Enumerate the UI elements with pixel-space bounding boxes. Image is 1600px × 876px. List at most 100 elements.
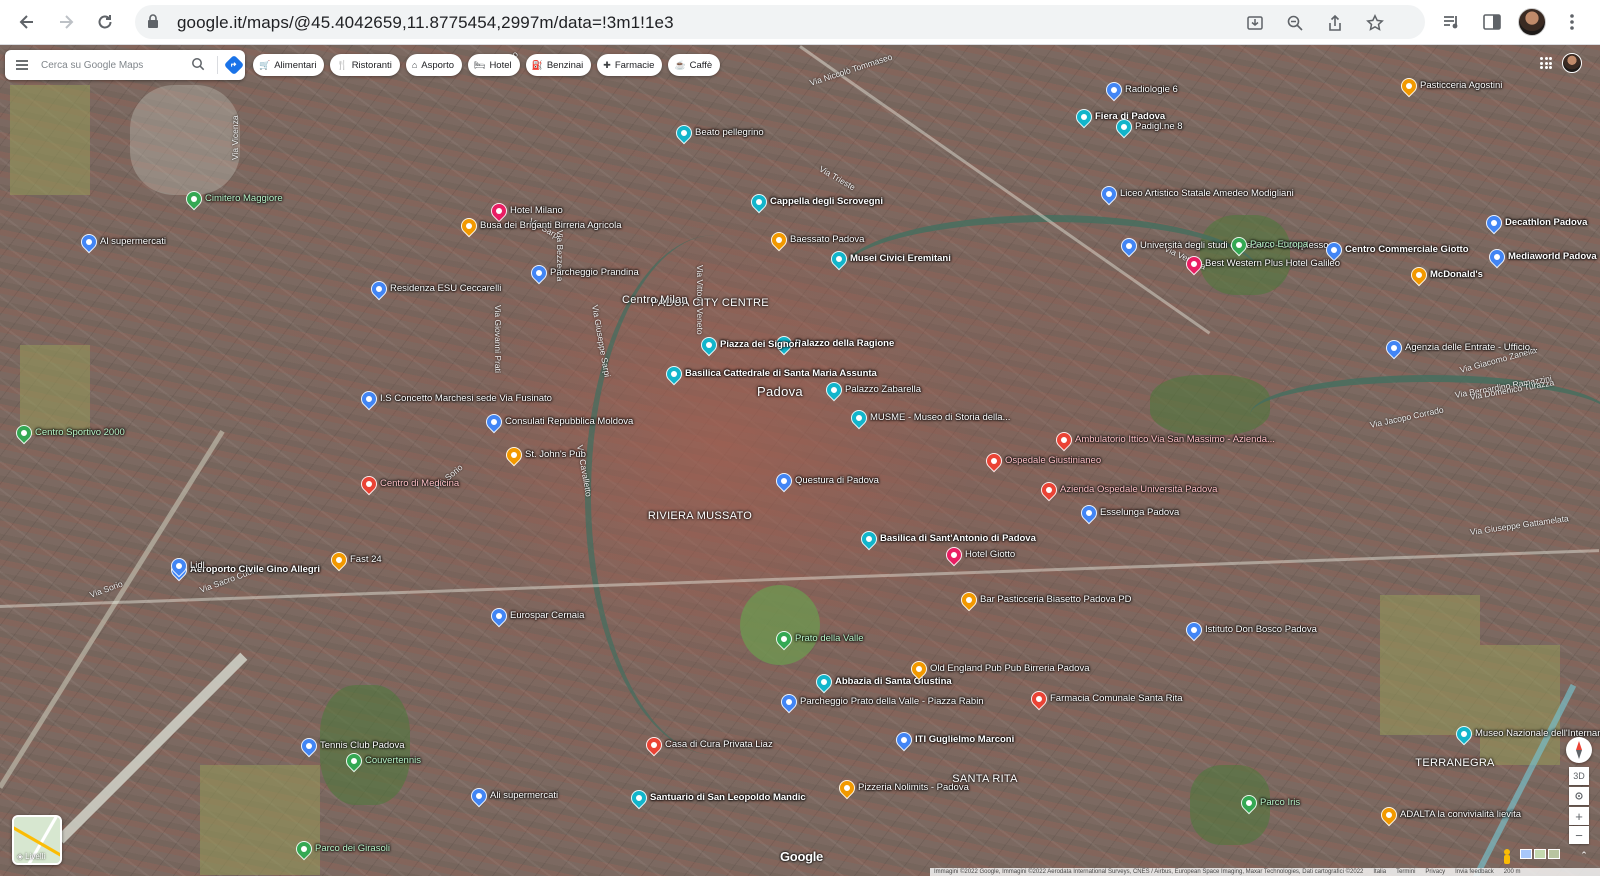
reload-button[interactable]	[91, 8, 119, 36]
poi-label[interactable]: Basilica di Sant'Antonio di Padova	[880, 533, 1036, 544]
map-pin-icon[interactable]	[487, 604, 511, 628]
tilt-3d-button[interactable]: 3D	[1569, 767, 1589, 785]
imagery-thumb[interactable]	[1548, 849, 1560, 859]
map-poi[interactable]: Decathlon Padova	[1482, 211, 1587, 235]
poi-label[interactable]: Questura di Padova	[795, 475, 879, 486]
map-pin-icon[interactable]	[357, 387, 381, 411]
map-pin-icon[interactable]	[1397, 74, 1421, 98]
lock-icon[interactable]	[147, 14, 159, 34]
map-pin-icon[interactable]	[182, 187, 206, 211]
map-pin-icon[interactable]	[672, 121, 696, 145]
map-pin-icon[interactable]	[1377, 803, 1401, 827]
map-poi[interactable]: Beato pellegrino	[672, 121, 764, 145]
map-pin-icon[interactable]	[1072, 105, 1096, 129]
imagery-thumb[interactable]	[1520, 849, 1532, 859]
map-pin-icon[interactable]	[847, 406, 871, 430]
satellite-map[interactable]: Via Niccolò Tommaseo Via Trieste Via Venez…	[0, 45, 1600, 876]
privacy-link[interactable]: Privacy	[1425, 869, 1445, 875]
map-pin-icon[interactable]	[1102, 78, 1126, 102]
map-poi[interactable]: Padigl.ne 8	[1112, 115, 1183, 139]
map-poi[interactable]: Ambulatorio Ittico Via San Massimo - Azi…	[1052, 428, 1275, 452]
terms-link[interactable]: Termini	[1396, 869, 1415, 875]
map-pin-icon[interactable]	[297, 734, 321, 758]
map-poi[interactable]: Centro Sportivo 2000	[12, 421, 125, 445]
map-pin-icon[interactable]	[772, 627, 796, 651]
zoom-in-button[interactable]: +	[1569, 807, 1589, 825]
poi-label[interactable]: Azienda Ospedale Università Padova	[1060, 484, 1217, 495]
poi-label[interactable]: Radiologie 6	[1125, 84, 1178, 95]
map-poi[interactable]: Couvertennis	[342, 749, 421, 773]
map-poi[interactable]: Basilica di Sant'Antonio di Padova	[857, 527, 1036, 551]
poi-label[interactable]: Pizzeria Nolimits - Padova	[858, 782, 969, 793]
map-pin-icon[interactable]	[1382, 336, 1406, 360]
map-pin-icon[interactable]	[1077, 501, 1101, 525]
map-pin-icon[interactable]	[342, 749, 366, 773]
poi-label[interactable]: Centro Commerciale Giotto	[1345, 244, 1469, 255]
map-pin-icon[interactable]	[482, 410, 506, 434]
poi-label[interactable]: St. John's Pub	[525, 449, 586, 460]
map-poi[interactable]: Best Western Plus Hotel Galileo	[1182, 252, 1340, 276]
map-poi[interactable]: Eurospar Cernaia	[487, 604, 584, 628]
map-poi[interactable]: Parcheggio Prandina	[527, 261, 639, 285]
expand-chevron-icon[interactable]: ⌃	[1577, 849, 1591, 861]
map-poi[interactable]: ADALTA la convivialità lievita	[1377, 803, 1521, 827]
poi-label[interactable]: Bar Pasticceria Biasetto Padova PD	[980, 594, 1132, 605]
map-pin-icon[interactable]	[827, 247, 851, 271]
map-pin-icon[interactable]	[1037, 478, 1061, 502]
map-pin-icon[interactable]	[747, 190, 771, 214]
poi-label[interactable]: Residenza ESU Ceccarelli	[390, 283, 501, 294]
poi-label[interactable]: Ambulatorio Ittico Via San Massimo - Azi…	[1075, 434, 1275, 445]
map-pin-icon[interactable]	[1227, 233, 1251, 257]
poi-label[interactable]: Casa di Cura Privata Liaz	[665, 739, 773, 750]
map-pin-icon[interactable]	[1112, 115, 1136, 139]
poi-label[interactable]: Beato pellegrino	[695, 127, 764, 138]
map-poi[interactable]: Musei Civici Eremitani	[827, 247, 951, 271]
map-poi[interactable]: Old England Pub Pub Birreria Padova	[907, 657, 1090, 681]
poi-label[interactable]: Cimitero Maggiore	[205, 193, 283, 204]
map-pin-icon[interactable]	[502, 443, 526, 467]
map-pin-icon[interactable]	[1027, 687, 1051, 711]
share-icon[interactable]	[1325, 13, 1345, 33]
poi-label[interactable]: Agenzia delle Entrate - Ufficio...	[1405, 342, 1538, 353]
poi-label[interactable]: Farmacia Comunale Santa Rita	[1050, 693, 1183, 704]
poi-label[interactable]: Santuario di San Leopoldo Mandic	[650, 792, 806, 803]
map-pin-icon[interactable]	[1485, 245, 1509, 269]
chip-alimentari[interactable]: 🛒 Alimentari	[253, 54, 325, 76]
map-pin-icon[interactable]	[1182, 252, 1206, 276]
poi-label[interactable]: Abbazia di Santa Giustina	[835, 676, 952, 687]
map-pin-icon[interactable]	[1052, 428, 1076, 452]
install-app-icon[interactable]	[1245, 13, 1265, 33]
poi-label[interactable]: ITI Guglielmo Marconi	[915, 734, 1014, 745]
map-poi[interactable]: Basilica Cattedrale di Santa Maria Assun…	[662, 362, 877, 386]
map-pin-icon[interactable]	[77, 230, 101, 254]
poi-label[interactable]: Lidl	[190, 560, 205, 571]
map-poi[interactable]: McDonald's	[1407, 263, 1483, 287]
map-pin-icon[interactable]	[642, 733, 666, 757]
map-pin-icon[interactable]	[357, 472, 381, 496]
map-poi[interactable]: Parcheggio Prato della Valle - Piazza Ra…	[777, 690, 984, 714]
map-poi[interactable]: Hotel Giotto	[942, 543, 1015, 567]
search-input[interactable]	[41, 56, 181, 74]
chip-benzinai[interactable]: ⛽ Benzinai	[525, 54, 592, 76]
poi-label[interactable]: Palazzo Zabarella	[845, 384, 921, 395]
map-poi[interactable]: Bar Pasticceria Biasetto Padova PD	[957, 588, 1132, 612]
compass-button[interactable]	[1566, 737, 1592, 763]
map-poi[interactable]: Questura di Padova	[772, 469, 879, 493]
browser-menu-icon[interactable]	[1558, 8, 1586, 36]
poi-label[interactable]: Mediaworld Padova	[1508, 251, 1597, 262]
poi-label[interactable]: Al supermercati	[100, 236, 166, 247]
poi-label[interactable]: Parco dei Girasoli	[315, 843, 390, 854]
back-button[interactable]	[13, 8, 41, 36]
map-pin-icon[interactable]	[777, 690, 801, 714]
map-poi[interactable]: Farmacia Comunale Santa Rita	[1027, 687, 1183, 711]
chip-farmacie[interactable]: ✚ Farmacie	[597, 54, 663, 76]
hamburger-menu-icon[interactable]	[14, 57, 30, 73]
poi-label[interactable]: Liceo Artistico Statale Amedeo Modiglian…	[1120, 188, 1294, 199]
imagery-thumbnails[interactable]	[1520, 849, 1560, 859]
map-pin-icon[interactable]	[767, 228, 791, 252]
map-pin-icon[interactable]	[327, 548, 351, 572]
poi-label[interactable]: Piazza dei Signori	[720, 339, 801, 350]
map-poi[interactable]: MUSME - Museo di Storia della...	[847, 406, 1010, 430]
map-poi[interactable]: Pizzeria Nolimits - Padova	[835, 776, 969, 800]
poi-label[interactable]: Prato della Valle	[795, 633, 863, 644]
